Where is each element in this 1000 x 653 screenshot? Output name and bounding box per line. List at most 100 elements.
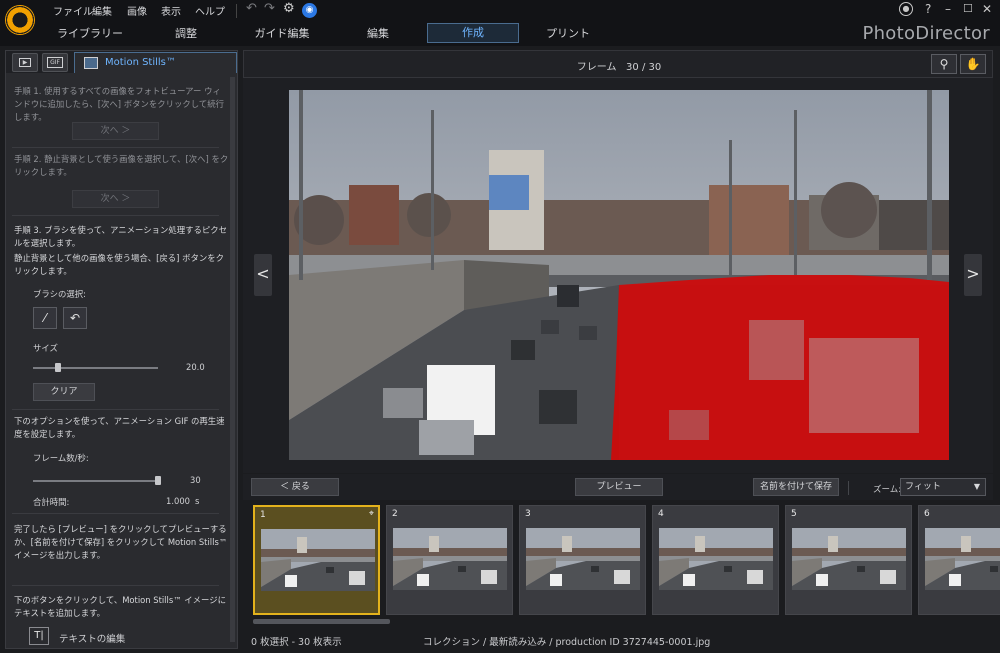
thumbnail-number: 6 (924, 509, 930, 519)
zoom-label: ズーム: (873, 485, 902, 495)
bottom-toolbar: ＜ 戻る プレビュー 名前を付けて保存 ズーム: フィット ▼ (243, 474, 993, 500)
next-frame-button[interactable]: > (964, 254, 982, 296)
back-button[interactable]: ＜ 戻る (251, 478, 339, 496)
fps-value: 30 (190, 475, 201, 485)
help-icon[interactable]: ? (925, 2, 931, 16)
photo-viewer: < > (243, 78, 993, 473)
account-icon[interactable]: ● (899, 2, 913, 16)
highway-scene (289, 90, 949, 460)
divider (12, 215, 219, 216)
thumbnail-image (261, 529, 375, 591)
thumbnail[interactable]: 3 (519, 505, 646, 615)
divider (12, 147, 219, 148)
divider (12, 585, 219, 586)
size-slider[interactable] (33, 367, 158, 369)
text-edit-button[interactable]: テキストの編集 (59, 631, 125, 645)
tab-adjust[interactable]: 調整 (158, 25, 214, 41)
minimize-icon[interactable]: – (945, 2, 951, 16)
frame-label: フレーム (576, 62, 617, 73)
tab-print[interactable]: プリント (535, 25, 601, 41)
tab-library[interactable]: ライブラリー (52, 25, 128, 41)
tab-create[interactable]: 作成 (427, 23, 519, 43)
eraser-tool-button[interactable]: ↶ (63, 307, 87, 329)
hand-icon: ✋ (965, 57, 981, 71)
step2-text: 手順 2. 静止背景として使う画像を選択して、[次へ] をクリックします。 (14, 154, 229, 177)
thumbnail-image (925, 528, 1000, 590)
menu-help[interactable]: ヘルプ (195, 3, 225, 18)
tab-motion-stills[interactable]: Motion Stills™ (74, 52, 237, 73)
thumbnail[interactable]: 1 ⌖ (253, 505, 380, 615)
pin-icon[interactable]: ⌖ (369, 509, 374, 519)
tab-edit[interactable]: 編集 (350, 25, 406, 41)
fps-slider[interactable] (33, 480, 158, 482)
zoom-select[interactable]: フィット ▼ (900, 478, 986, 496)
divider (12, 409, 219, 410)
step2-next-button[interactable]: 次へ ＞ (72, 190, 159, 208)
thumbnail-number: 5 (791, 509, 797, 519)
tab-guided-edit[interactable]: ガイド編集 (244, 25, 320, 41)
step1-next-button[interactable]: 次へ ＞ (72, 122, 159, 140)
notification-bell-icon[interactable]: ◉ (302, 3, 317, 18)
frame-total: 30 (648, 62, 662, 73)
thumbnail-number: 3 (525, 509, 531, 519)
clear-button[interactable]: クリア (33, 383, 95, 401)
settings-gear-icon[interactable]: ⚙ (283, 1, 295, 16)
motion-stills-icon (84, 57, 98, 69)
menu-view[interactable]: 表示 (161, 3, 181, 18)
thumbnail-image (792, 528, 906, 590)
strip-scrollbar[interactable] (253, 619, 390, 624)
motion-stills-tab-label: Motion Stills™ (105, 57, 176, 68)
thumbnail[interactable]: 5 (785, 505, 912, 615)
chevron-left-icon: < (256, 264, 270, 283)
frame-separator: / (641, 62, 646, 73)
frame-counter: フレーム 30 / 30 (244, 58, 994, 73)
mode-tabs: ライブラリー 調整 ガイド編集 編集 作成 プリント (0, 22, 1000, 46)
menu-divider (236, 4, 237, 18)
previous-frame-button[interactable]: < (254, 254, 272, 296)
video-icon: ▶ (19, 58, 31, 67)
preview-button[interactable]: プレビュー (575, 478, 663, 496)
total-time-unit: s (195, 496, 200, 506)
file-path: コレクション / 最新読み込み / production ID 3727445-… (423, 637, 711, 648)
eraser-icon: ↶ (69, 311, 81, 325)
tab-slideshow[interactable]: ▶ (12, 53, 38, 72)
chevron-right-icon: > (966, 264, 980, 283)
step3-text: 手順 3. ブラシを使って、アニメーション処理するピクセルを選択します。 (14, 225, 227, 248)
zoom-tool-button[interactable]: ⚲ (931, 54, 957, 74)
text-edit-icon[interactable]: T| (29, 627, 49, 645)
pan-tool-button[interactable]: ✋ (960, 54, 986, 74)
size-value: 20.0 (186, 362, 205, 372)
thumbnail-number: 4 (658, 509, 664, 519)
menu-image[interactable]: 画像 (127, 3, 147, 18)
panel-tab-bar: ▶ GIF Motion Stills™ (6, 51, 237, 73)
maximize-icon[interactable]: ☐ (963, 2, 973, 15)
total-time-label: 合計時間: (33, 497, 70, 507)
size-slider-handle[interactable] (55, 363, 61, 372)
brush-icon: ⁄ (43, 311, 46, 325)
save-as-button[interactable]: 名前を付けて保存 (753, 478, 839, 496)
selection-count: 0 枚選択 - 30 枚表示 (251, 637, 342, 648)
fps-slider-handle[interactable] (155, 476, 161, 485)
panel-scrollbar[interactable] (230, 77, 235, 642)
speed-note: 下のオプションを使って、アニメーション GIF の再生速度を設定します。 (14, 416, 225, 439)
menu-edit[interactable]: 編集 (92, 3, 112, 18)
status-bar: 0 枚選択 - 30 枚表示 コレクション / 最新読み込み / product… (243, 630, 993, 650)
finish-note: 完了したら [プレビュー] をクリックしてプレビューするか、[名前を付けて保存]… (14, 524, 228, 560)
tab-gif[interactable]: GIF (42, 53, 68, 72)
divider (12, 513, 219, 514)
step1-text: 手順 1. 使用するすべての画像をフォトビューアー ウィンドウに追加したら、[次… (14, 86, 224, 122)
thumbnail[interactable]: 2 (386, 505, 513, 615)
close-icon[interactable]: ✕ (982, 2, 992, 16)
thumbnail[interactable]: 6 (918, 505, 1000, 615)
toolbar-divider (848, 481, 849, 495)
redo-icon[interactable]: ↷ (264, 1, 275, 16)
magnifier-icon: ⚲ (939, 57, 949, 71)
brand-name: PhotoDirector (862, 23, 990, 44)
undo-icon[interactable]: ↶ (246, 1, 257, 16)
main-photo[interactable] (289, 90, 949, 460)
menu-file[interactable]: ファイル (53, 3, 93, 18)
thumbnail[interactable]: 4 (652, 505, 779, 615)
thumbnail-image (659, 528, 773, 590)
thumbnail-strip: 1 ⌖ 2 3 4 5 6 (243, 500, 1000, 628)
brush-tool-button[interactable]: ⁄ (33, 307, 57, 329)
